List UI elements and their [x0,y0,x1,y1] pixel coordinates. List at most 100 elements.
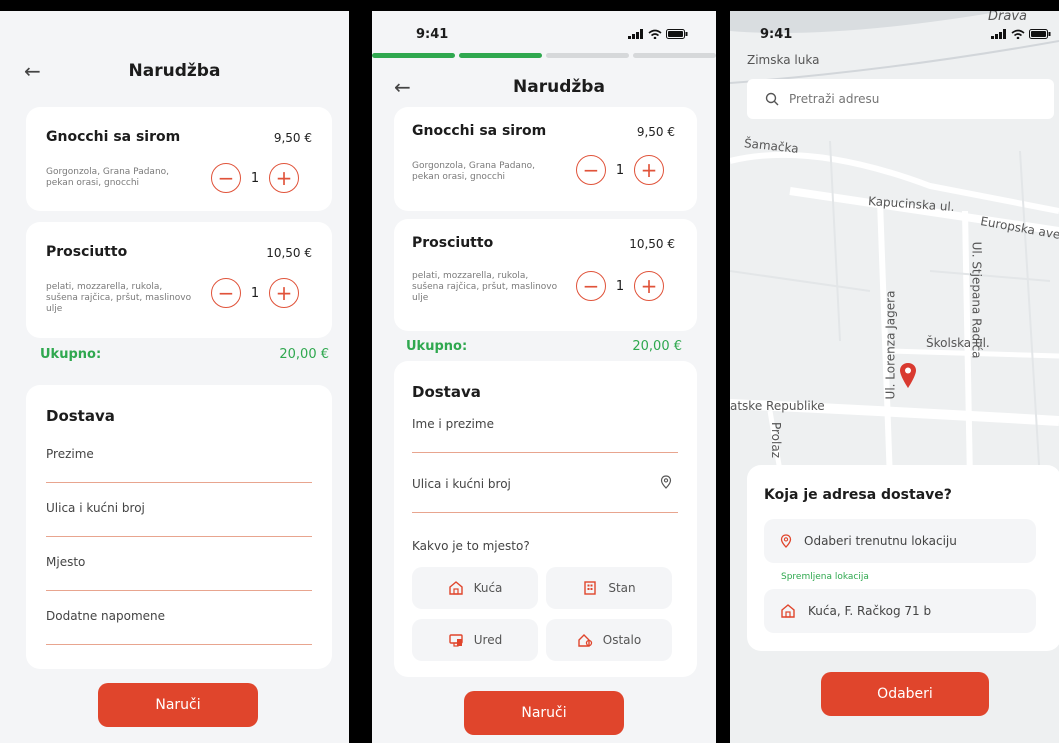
delivery-address-sheet: Koja je adresa dostave? Odaberi trenutnu… [747,465,1059,651]
field-label: Mjesto [46,555,86,569]
wifi-icon [648,29,662,39]
minus-icon[interactable]: − [576,271,606,301]
quantity-stepper: − 1 + [576,155,664,185]
item-name: Gnocchi sa sirom [412,123,547,139]
delivery-card: Dostava Prezime Ulica i kućni broj Mjest… [26,385,332,669]
place-type-apartment[interactable]: Stan [546,567,672,609]
field-label: Dodatne napomene [46,609,166,623]
map-label: Ul. Lorenza Jagera [883,290,898,400]
order-button[interactable]: Naruči [98,683,258,727]
item-description: Gorgonzola, Grana Padano, pekan orasi, g… [412,161,536,182]
item-name: Prosciutto [412,235,494,251]
status-time: 9:41 [416,27,449,42]
item-description: pelati, mozzarella, rukola, sušena rajči… [412,271,558,303]
quantity-value: 1 [250,170,260,186]
battery-icon [666,29,688,39]
place-type-label: Kuća [473,581,503,595]
location-pin-icon[interactable] [660,475,672,489]
progress-step [546,53,629,58]
location-pin-icon [780,534,792,548]
back-arrow-icon[interactable]: ← [24,59,41,83]
address-map-screen: Drava Zimska luka Šamačka Kapucinska ul.… [730,11,1059,743]
item-price: 9,50 € [273,131,312,145]
notes-field[interactable]: Dodatne napomene [46,609,312,645]
field-label: Ime i prezime [412,417,494,431]
name-field[interactable]: Ime i prezime [412,417,678,453]
back-arrow-icon[interactable]: ← [394,75,411,99]
status-icons [628,29,688,39]
field-label: Ulica i kućni broj [412,477,511,491]
status-time: 9:41 [760,27,793,42]
item-price: 9,50 € [636,125,675,139]
order-item-card: Gnocchi sa sirom 9,50 € Gorgonzola, Gran… [26,107,332,211]
saved-address-option[interactable]: Kuća, F. Račkog 71 b [764,589,1036,633]
wifi-icon [1011,29,1025,39]
progress-step [633,53,716,58]
progress-step [459,53,542,58]
total-value: 20,00 € [279,347,329,362]
map-label: atske Republike [730,399,825,413]
delivery-card: Dostava Ime i prezime Ulica i kućni broj… [394,361,697,677]
place-type-office[interactable]: Ured [412,619,538,661]
map-label: Školska ul. [926,336,990,350]
place-type-house[interactable]: Kuća [412,567,538,609]
total-value: 20,00 € [632,339,682,354]
delivery-title: Dostava [412,383,481,401]
field-label: Prezime [46,447,94,461]
item-name: Gnocchi sa sirom [46,129,181,145]
battery-icon [1029,29,1051,39]
map-label: Zimska luka [747,53,820,67]
street-field[interactable]: Ulica i kućni broj [46,501,312,537]
order-screen-1: ← Narudžba Gnocchi sa sirom 9,50 € Gorgo… [0,11,349,743]
quantity-value: 1 [615,162,625,178]
minus-icon[interactable]: − [211,278,241,308]
item-description: Gorgonzola, Grana Padano, pekan orasi, g… [46,167,170,188]
quantity-stepper: − 1 + [211,163,299,193]
total-label: Ukupno: [406,339,468,354]
page-title: Narudžba [513,77,605,97]
option-label: Odaberi trenutnu lokaciju [804,534,957,548]
quantity-value: 1 [250,285,260,301]
status-bar: 9:41 [372,27,716,47]
plus-icon[interactable]: + [634,271,664,301]
item-price: 10,50 € [629,237,675,251]
minus-icon[interactable]: − [211,163,241,193]
progress-bar [372,53,716,58]
place-type-label: Stan [608,581,636,595]
map-label: Drava [988,11,1027,24]
search-input[interactable] [789,92,1029,106]
order-item-card: Gnocchi sa sirom 9,50 € Gorgonzola, Gran… [394,107,697,211]
street-field[interactable]: Ulica i kućni broj [412,475,678,513]
map-label: Prolaz [769,421,784,459]
order-item-card: Prosciutto 10,50 € pelati, mozzarella, r… [26,222,332,338]
status-icons [991,29,1051,39]
current-location-option[interactable]: Odaberi trenutnu lokaciju [764,519,1036,563]
option-label: Kuća, F. Račkog 71 b [808,604,932,618]
plus-icon[interactable]: + [269,163,299,193]
page-title: Narudžba [128,61,221,81]
place-question: Kakvo je to mjesto? [412,539,530,553]
order-item-card: Prosciutto 10,50 € pelati, mozzarella, r… [394,219,697,331]
item-price: 10,50 € [266,246,312,260]
surname-field[interactable]: Prezime [46,447,312,483]
plus-icon[interactable]: + [634,155,664,185]
total-label: Ukupno: [40,347,102,362]
item-description: pelati, mozzarella, rukola, sušena rajči… [46,282,192,314]
header: ← Narudžba [0,59,349,83]
saved-location-label: Spremljena lokacija [781,572,869,582]
map-pin-icon[interactable] [898,362,918,390]
choose-button[interactable]: Odaberi [821,672,989,716]
city-field[interactable]: Mjesto [46,555,312,591]
plus-icon[interactable]: + [269,278,299,308]
quantity-value: 1 [615,278,625,294]
progress-step [372,53,455,58]
place-type-other[interactable]: Ostalo [546,619,672,661]
signal-icon [628,29,643,39]
minus-icon[interactable]: − [576,155,606,185]
search-icon [765,92,779,106]
apartment-icon [584,581,597,595]
address-search[interactable] [747,79,1054,119]
header: ← Narudžba [372,75,716,99]
sheet-title: Koja je adresa dostave? [764,487,952,503]
order-button[interactable]: Naruči [464,691,624,735]
